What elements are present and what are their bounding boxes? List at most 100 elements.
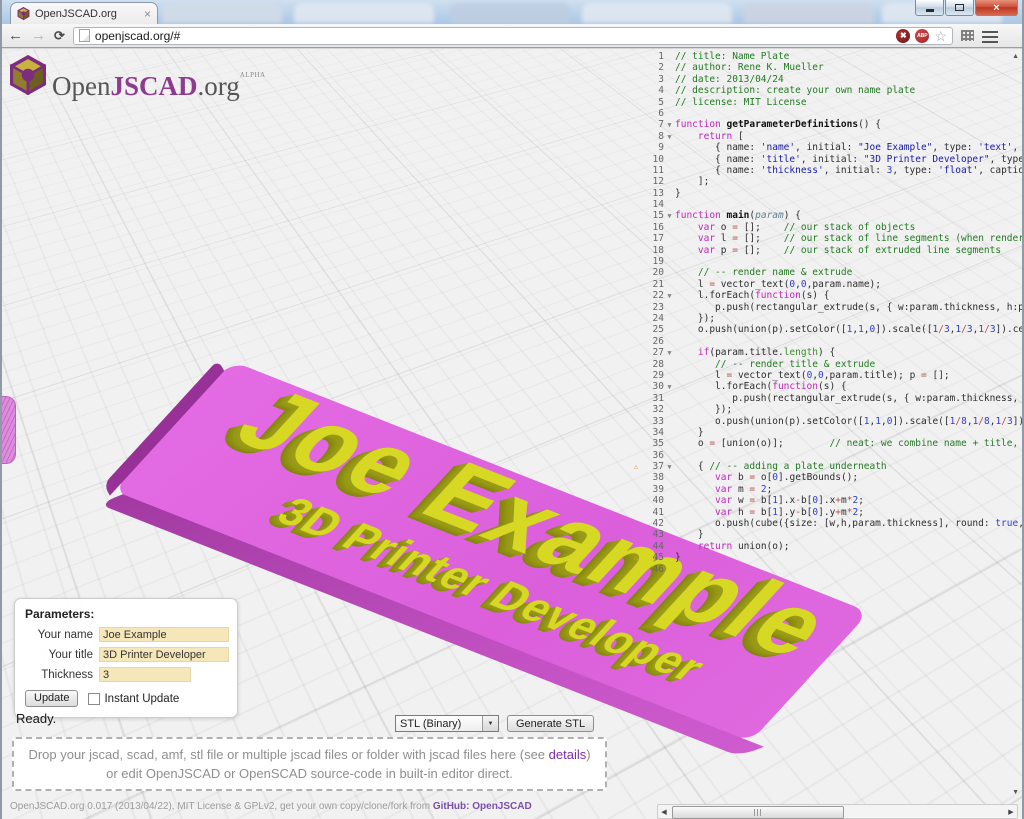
fold-caret-icon[interactable]: ▼ <box>664 461 675 472</box>
fold-spacer <box>664 450 675 461</box>
fold-caret-icon[interactable]: ▼ <box>664 381 675 392</box>
export-format-select[interactable]: STL (Binary) ▼ <box>395 715 499 732</box>
fold-spacer <box>664 564 675 575</box>
instant-update-checkbox[interactable] <box>88 693 100 705</box>
adblock-icon[interactable]: ABP <box>915 29 929 43</box>
tab-close-icon[interactable]: × <box>144 9 151 19</box>
line-number: 23 <box>642 302 664 313</box>
code-line: 24 }); <box>630 313 1022 324</box>
window-minimize-button[interactable] <box>915 0 944 16</box>
fold-caret-icon[interactable]: ▼ <box>664 119 675 130</box>
inactive-tab[interactable] <box>582 3 732 23</box>
editor-vscroll-down-icon[interactable]: ▼ <box>1012 789 1019 796</box>
code-line: 22▼ l.forEach(function(s) { <box>630 290 1022 301</box>
inactive-tab[interactable] <box>162 3 282 23</box>
code-text: var p = []; // our stack of extruded lin… <box>675 245 1022 256</box>
export-format-value: STL (Binary) <box>396 718 482 730</box>
hscroll-grip-icon <box>754 809 763 816</box>
gutter-spacer <box>630 154 642 165</box>
active-tab[interactable]: OpenJSCAD.org × <box>10 2 158 24</box>
inactive-tab[interactable] <box>294 3 434 23</box>
line-number: 19 <box>642 256 664 267</box>
code-line: 29 l = vector_text(0,0,param.title); p =… <box>630 370 1022 381</box>
maximize-icon <box>955 4 964 11</box>
code-line: 13} <box>630 188 1022 199</box>
code-line: ⚠45} <box>630 552 1022 563</box>
line-number: 27 <box>642 347 664 358</box>
editor-hscrollbar[interactable]: ◀ ▶ <box>657 804 1018 819</box>
reload-button[interactable]: ⟳ <box>54 27 65 45</box>
line-number: 14 <box>642 199 664 210</box>
param-label: Your name <box>25 629 99 641</box>
fold-spacer <box>664 472 675 483</box>
code-line: 3// date: 2013/04/24 <box>630 74 1022 85</box>
inactive-tab[interactable] <box>744 3 874 23</box>
bookmark-star-icon[interactable]: ☆ <box>934 29 947 43</box>
generate-stl-button[interactable]: Generate STL <box>507 715 594 732</box>
gutter-spacer <box>630 507 642 518</box>
fold-caret-icon[interactable]: ▼ <box>664 210 675 221</box>
fold-spacer <box>664 416 675 427</box>
address-bar[interactable]: openjscad.org/# ✖ ABP ☆ <box>73 27 953 45</box>
line-number: 31 <box>642 393 664 404</box>
details-link[interactable]: details <box>549 747 587 762</box>
param-input-your-title[interactable] <box>99 647 229 662</box>
gutter-spacer <box>630 404 642 415</box>
line-number: 8 <box>642 131 664 142</box>
hscroll-right-icon[interactable]: ▶ <box>1005 808 1017 816</box>
gutter-spacer <box>630 427 642 438</box>
fold-caret-icon[interactable]: ▼ <box>664 290 675 301</box>
window-close-button[interactable]: × <box>975 0 1018 16</box>
url-text[interactable]: openjscad.org/# <box>95 29 891 43</box>
line-number: 11 <box>642 165 664 176</box>
code-editor[interactable]: 1// title: Name Plate2// author: Rene K.… <box>630 49 1022 819</box>
editor-vscroll-up-icon[interactable]: ▲ <box>1012 53 1019 60</box>
forward-button[interactable]: → <box>31 27 46 45</box>
fold-spacer <box>664 393 675 404</box>
code-text: p.push(rectangular_extrude(s, { w:param.… <box>675 393 1022 404</box>
back-button[interactable]: ← <box>8 27 23 45</box>
code-line: 38 var b = o[0].getBounds(); <box>630 472 1022 483</box>
code-line: 23 p.push(rectangular_extrude(s, { w:par… <box>630 302 1022 313</box>
window-maximize-button[interactable] <box>945 0 974 16</box>
code-text: }); <box>675 404 1022 415</box>
openjscad-cube-icon <box>10 55 46 95</box>
script-blocker-icon[interactable]: ✖ <box>896 29 910 43</box>
hscroll-left-icon[interactable]: ◀ <box>658 808 670 816</box>
file-drop-zone[interactable]: Drop your jscad, scad, amf, stl file or … <box>12 737 607 791</box>
parameters-panel: Parameters: Your nameYour titleThickness… <box>14 598 238 718</box>
update-button[interactable]: Update <box>25 690 78 707</box>
gutter-spacer <box>630 541 642 552</box>
line-number: 9 <box>642 142 664 153</box>
fold-spacer <box>664 313 675 324</box>
code-lines: 1// title: Name Plate2// author: Rene K.… <box>630 51 1022 575</box>
extension-grid-icon[interactable] <box>961 30 974 41</box>
browser-menu-icon[interactable] <box>982 31 998 43</box>
github-link[interactable]: GitHub: OpenJSCAD <box>433 801 532 812</box>
fold-spacer <box>664 484 675 495</box>
chevron-down-icon[interactable]: ▼ <box>482 716 498 731</box>
code-line: 43 } <box>630 529 1022 540</box>
examples-drawer-handle[interactable] <box>2 396 16 464</box>
param-input-your-name[interactable] <box>99 627 229 642</box>
code-line: 41 var h = b[1].y-b[0].y+m*2; <box>630 507 1022 518</box>
fold-spacer <box>664 142 675 153</box>
code-text <box>675 199 1022 210</box>
code-text: var b = o[0].getBounds(); <box>675 472 1022 483</box>
browser-window: OpenJSCAD.org × × ← → ⟳ openjscad.org/# … <box>0 0 1024 819</box>
gutter-spacer <box>630 210 642 221</box>
code-text: return [ <box>675 131 1022 142</box>
hscroll-thumb[interactable] <box>672 806 844 819</box>
hscroll-track[interactable] <box>670 805 1005 818</box>
fold-caret-icon[interactable]: ▼ <box>664 131 675 142</box>
code-text <box>675 336 1022 347</box>
code-line: 9 { name: 'name', initial: "Joe Example"… <box>630 142 1022 153</box>
fold-caret-icon[interactable]: ▼ <box>664 347 675 358</box>
fold-spacer <box>664 245 675 256</box>
status-text: Ready. <box>16 711 56 726</box>
code-text: var w = b[1].x-b[0].x+m*2; <box>675 495 1022 506</box>
openjscad-logo[interactable]: OpenJSCAD.orgALPHA <box>10 55 266 106</box>
inactive-tab[interactable] <box>450 3 570 23</box>
line-number: 4 <box>642 85 664 96</box>
param-input-thickness[interactable] <box>99 667 191 682</box>
